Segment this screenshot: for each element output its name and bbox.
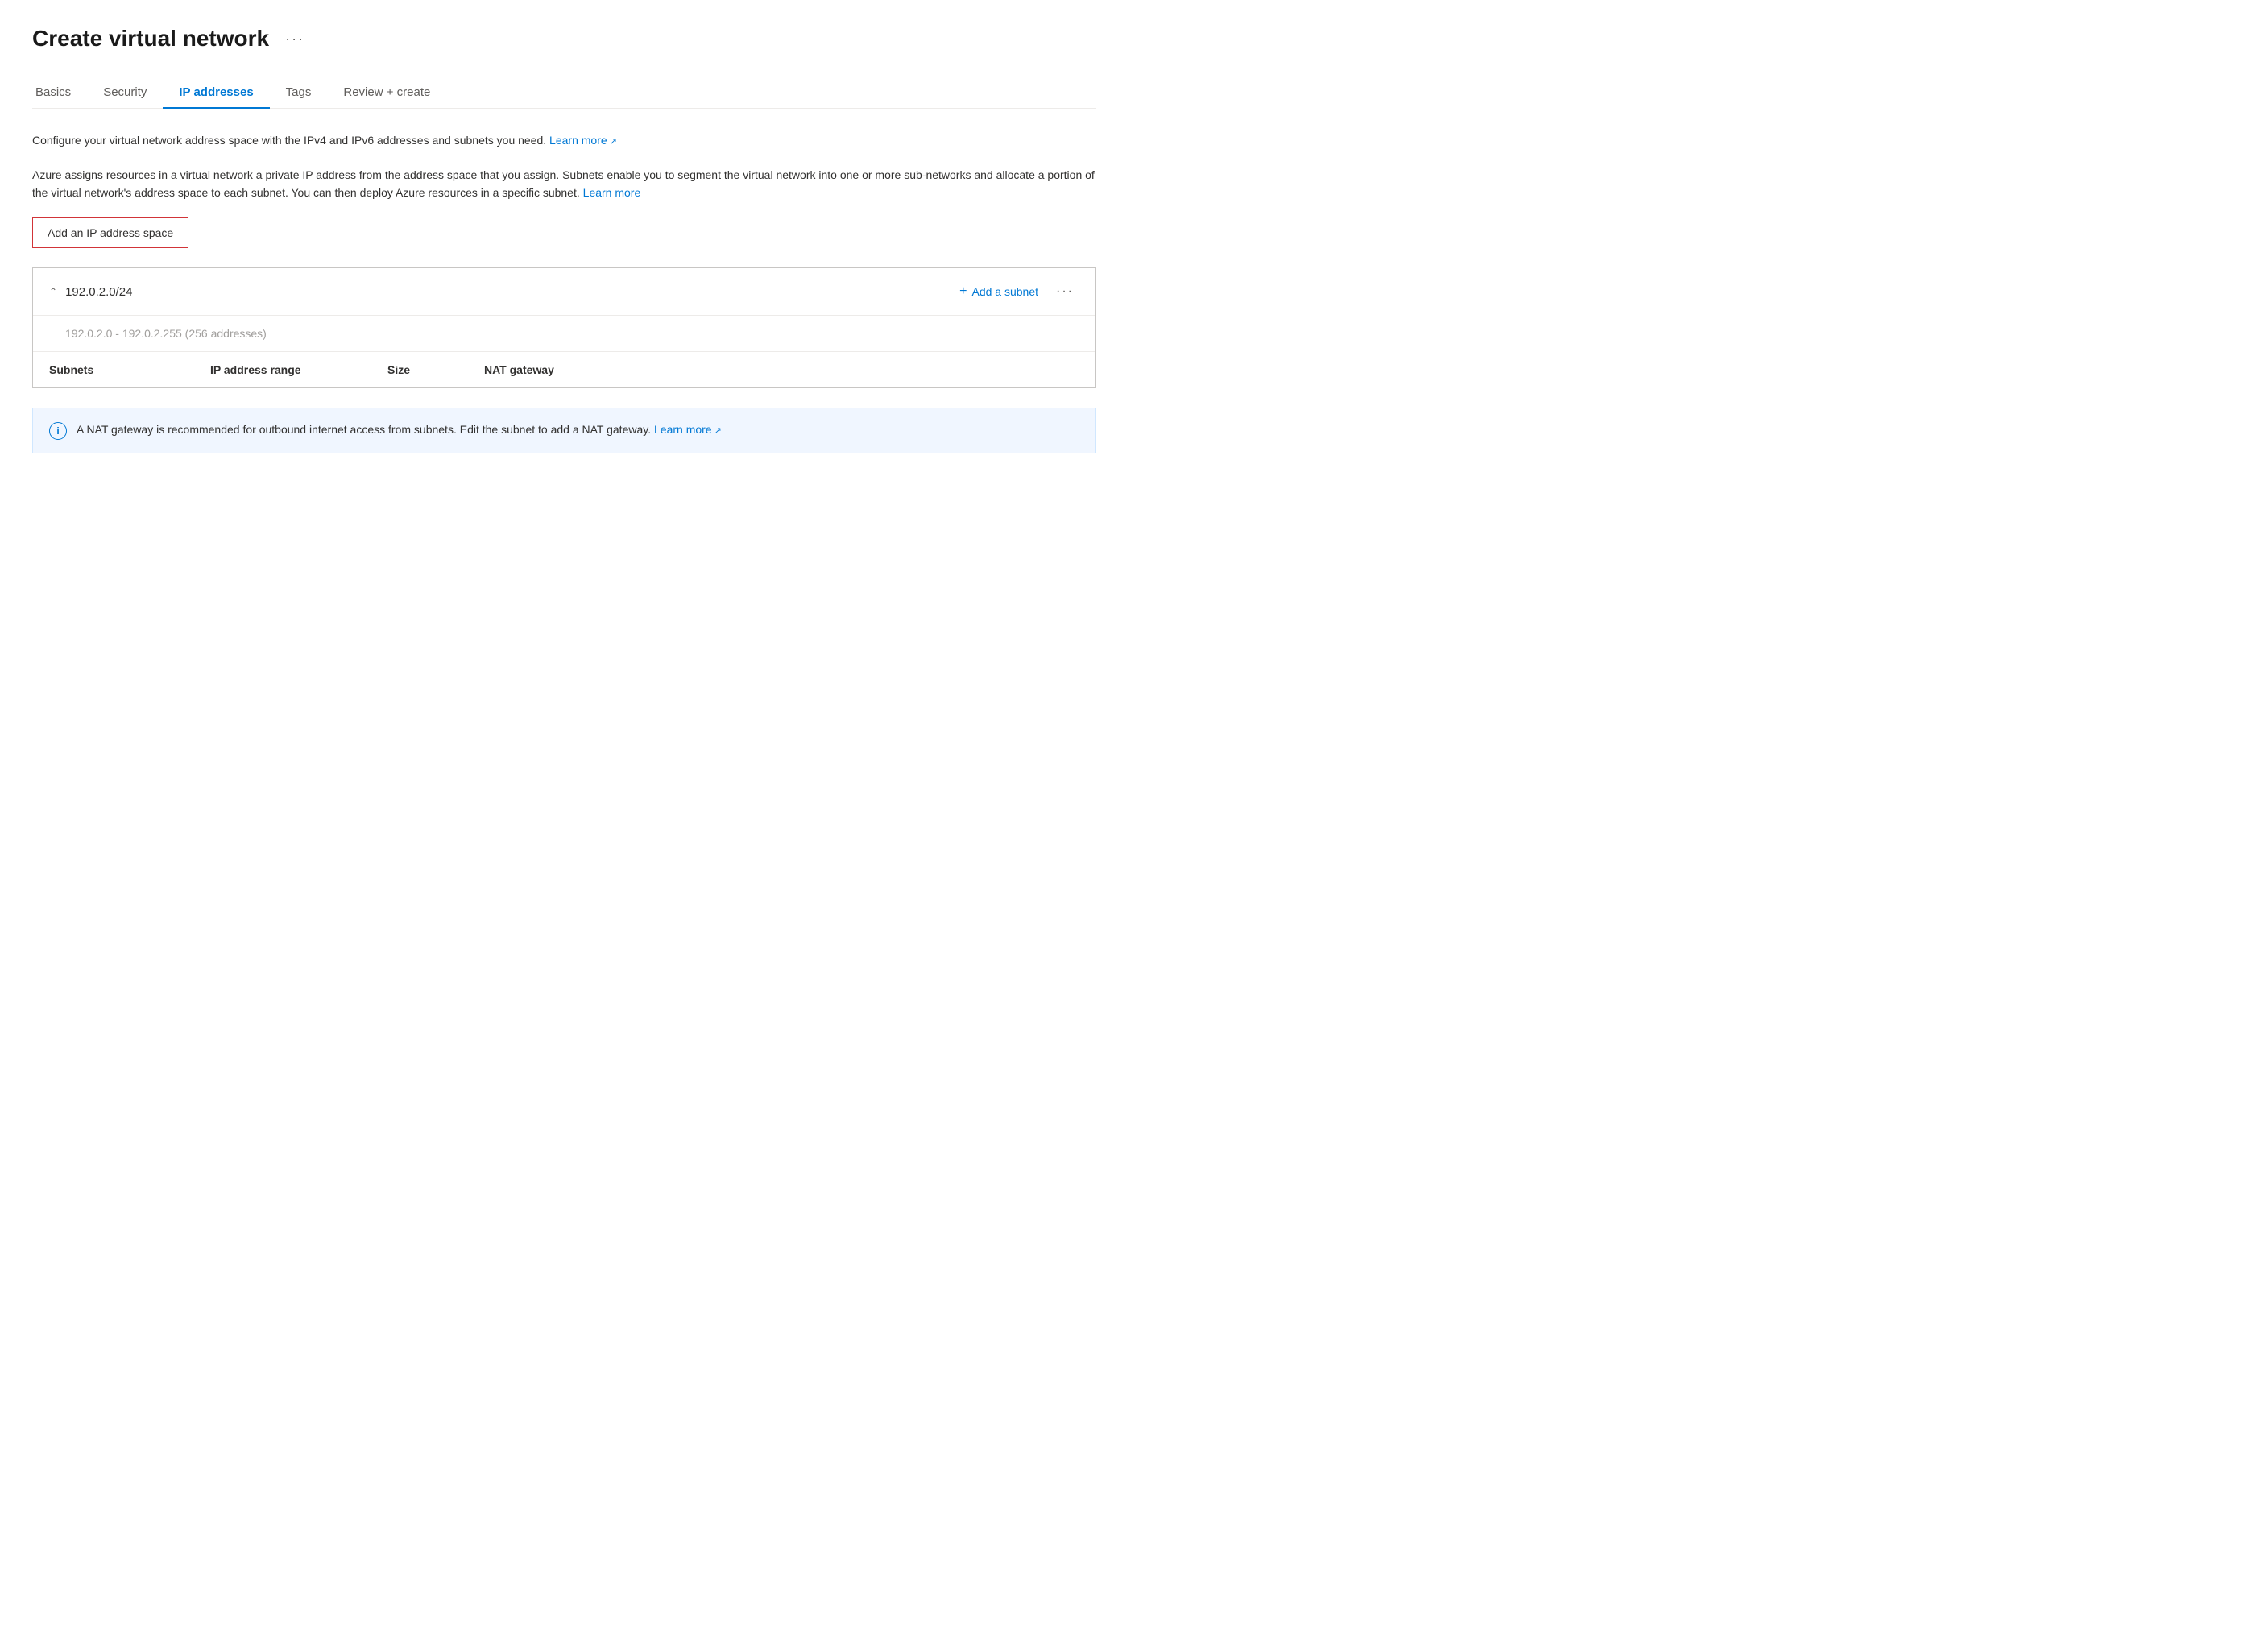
col-header-nat-gateway: NAT gateway: [484, 363, 645, 376]
learn-more-link-1[interactable]: Learn more: [549, 134, 617, 147]
nat-info-text: A NAT gateway is recommended for outboun…: [77, 421, 1079, 438]
ip-space-left: ⌃ 192.0.2.0/24: [49, 285, 132, 299]
tab-nav: Basics Security IP addresses Tags Review…: [32, 77, 1096, 109]
ip-space-more-options-button[interactable]: ···: [1051, 281, 1079, 302]
add-ip-address-space-button[interactable]: Add an IP address space: [32, 217, 188, 248]
ip-space-header: ⌃ 192.0.2.0/24 + Add a subnet ···: [33, 268, 1095, 316]
col-header-subnets: Subnets: [49, 363, 210, 376]
page-title: Create virtual network: [32, 26, 269, 52]
info-icon: i: [49, 422, 67, 440]
tab-ip-addresses[interactable]: IP addresses: [163, 77, 269, 109]
nat-learn-more-link[interactable]: Learn more: [654, 423, 722, 436]
ip-range-text: 192.0.2.0 - 192.0.2.255 (256 addresses): [33, 316, 1095, 352]
more-options-button[interactable]: ···: [279, 27, 311, 51]
description-block-1: Configure your virtual network address s…: [32, 131, 1096, 150]
add-subnet-button[interactable]: + Add a subnet: [959, 281, 1038, 302]
tab-tags[interactable]: Tags: [270, 77, 328, 109]
tab-basics[interactable]: Basics: [32, 77, 87, 109]
nat-info-box: i A NAT gateway is recommended for outbo…: [32, 408, 1096, 453]
description-text-1: Configure your virtual network address s…: [32, 134, 546, 147]
tab-review-create[interactable]: Review + create: [327, 77, 446, 109]
ip-space-container: ⌃ 192.0.2.0/24 + Add a subnet ··· 192.0.…: [32, 267, 1096, 388]
col-header-size: Size: [387, 363, 484, 376]
ip-address-cidr: 192.0.2.0/24: [65, 285, 132, 299]
plus-icon: +: [959, 284, 967, 299]
page-header: Create virtual network ···: [32, 26, 1096, 52]
subnet-table-header: Subnets IP address range Size NAT gatewa…: [33, 352, 1095, 387]
chevron-up-icon[interactable]: ⌃: [49, 286, 57, 297]
description-block-2: Azure assigns resources in a virtual net…: [32, 166, 1096, 202]
ip-space-right: + Add a subnet ···: [959, 281, 1079, 302]
description-text-2: Azure assigns resources in a virtual net…: [32, 168, 1095, 199]
add-subnet-label: Add a subnet: [972, 285, 1039, 298]
tab-security[interactable]: Security: [87, 77, 163, 109]
col-header-ip-range: IP address range: [210, 363, 387, 376]
nat-info-message: A NAT gateway is recommended for outboun…: [77, 423, 651, 436]
learn-more-link-2[interactable]: Learn more: [583, 186, 641, 199]
